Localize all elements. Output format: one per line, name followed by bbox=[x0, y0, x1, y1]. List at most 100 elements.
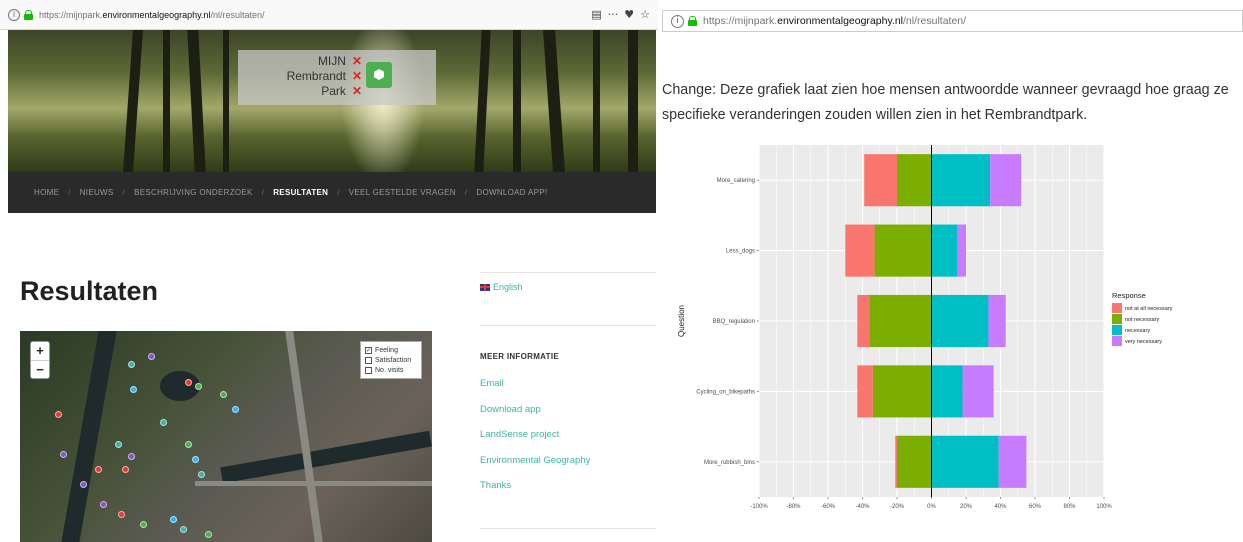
zoom-out-button[interactable]: − bbox=[31, 360, 49, 378]
map-marker[interactable] bbox=[140, 521, 147, 528]
legend-label: necessary bbox=[1125, 328, 1150, 334]
bar-necessary-Less_dogs bbox=[931, 224, 958, 277]
info-icon[interactable]: i bbox=[8, 8, 20, 21]
close-x-icon: ✕ bbox=[351, 69, 362, 83]
map-marker[interactable] bbox=[185, 379, 192, 386]
map-zoom-control: + − bbox=[30, 341, 50, 379]
map-layer-no-visits[interactable]: No. visits bbox=[365, 365, 417, 375]
map-layer-feeling[interactable]: ✓ Feeling bbox=[365, 345, 417, 355]
divider bbox=[480, 528, 656, 529]
nav-item-download-app[interactable]: DOWNLOAD APP! bbox=[476, 188, 547, 197]
map-marker[interactable] bbox=[180, 526, 187, 533]
address-bar[interactable]: i https://mijnpark.environmentalgeograph… bbox=[0, 0, 658, 30]
sidebar-link-thanks[interactable]: Thanks bbox=[480, 480, 590, 506]
nav-separator: / bbox=[337, 188, 340, 197]
legend-title: Response bbox=[1112, 291, 1146, 300]
y-axis-label: Question bbox=[677, 305, 686, 337]
uk-flag-icon bbox=[480, 283, 490, 291]
bar-not-at-all-necessary-BBQ_regulation bbox=[857, 294, 870, 348]
url-text[interactable]: https://mijnpark.environmentalgeography.… bbox=[703, 15, 1234, 27]
x-tick-label: 100% bbox=[1096, 504, 1112, 510]
sidebar-link-landsense-project[interactable]: LandSense project bbox=[480, 429, 590, 455]
bar-not-necessary-More_rubbish_bins bbox=[897, 435, 932, 488]
nav-item-home[interactable]: HOME bbox=[34, 188, 59, 197]
main-navigation: HOME / NIEUWS / BESCHRIJVING ONDERZOEK / RESUL… bbox=[8, 172, 656, 213]
checkbox[interactable] bbox=[365, 356, 372, 364]
map-marker[interactable] bbox=[195, 383, 202, 390]
y-tick-label: More_rubbish_bins bbox=[704, 460, 755, 466]
nav-item-nieuws[interactable]: NIEUWS bbox=[80, 188, 114, 197]
results-map[interactable]: + − ✓ Feeling Satisfaction No. visits bbox=[20, 331, 432, 542]
bar-necessary-More_rubbish_bins bbox=[931, 435, 999, 488]
map-marker[interactable] bbox=[122, 466, 129, 473]
hero-banner: MIJN ✕ Rembrandt ✕ Park ✕ bbox=[8, 30, 656, 172]
checkbox[interactable]: ✓ bbox=[365, 346, 372, 354]
map-marker[interactable] bbox=[198, 471, 205, 478]
sidebar-link-download-app[interactable]: Download app bbox=[480, 404, 590, 430]
x-tick-label: 20% bbox=[960, 504, 973, 510]
logo-line-1: MIJN bbox=[317, 54, 346, 68]
map-marker[interactable] bbox=[170, 516, 177, 523]
map-marker[interactable] bbox=[130, 386, 137, 393]
bookmark-star-icon[interactable]: ☆ bbox=[640, 8, 650, 21]
map-marker[interactable] bbox=[128, 361, 135, 368]
bar-not-at-all-necessary-More_rubbish_bins bbox=[895, 435, 897, 488]
likert-chart: More_catering Less_dogs BBQ_regulation Cycl… bbox=[674, 140, 1239, 520]
x-tick-label: 0% bbox=[927, 504, 936, 510]
bar-not-necessary-Cycling_on_bikepaths bbox=[872, 365, 932, 418]
lock-icon bbox=[24, 9, 33, 20]
map-marker[interactable] bbox=[220, 391, 227, 398]
map-marker[interactable] bbox=[148, 353, 155, 360]
bar-very-necessary-Cycling_on_bikepaths bbox=[962, 365, 994, 418]
sidebar-link-email[interactable]: Email bbox=[480, 378, 590, 404]
info-icon[interactable]: i bbox=[671, 14, 684, 28]
map-marker[interactable] bbox=[185, 441, 192, 448]
legend-label: very necessary bbox=[1125, 339, 1162, 345]
reader-view-icon[interactable]: ▤ bbox=[591, 8, 601, 21]
nav-item-resultaten[interactable]: RESULTATEN bbox=[273, 188, 328, 197]
bar-not-at-all-necessary-Cycling_on_bikepaths bbox=[857, 365, 873, 418]
map-marker[interactable] bbox=[232, 406, 239, 413]
legend-swatch bbox=[1112, 303, 1122, 313]
zoom-in-button[interactable]: + bbox=[31, 342, 49, 360]
legend-swatch bbox=[1112, 314, 1122, 324]
x-tick-label: -40% bbox=[855, 504, 870, 510]
map-marker[interactable] bbox=[192, 456, 199, 463]
divider bbox=[480, 272, 656, 273]
nav-item-veel-gestelde-vragen[interactable]: VEEL GESTELDE VRAGEN bbox=[349, 188, 456, 197]
map-marker[interactable] bbox=[115, 441, 122, 448]
url-text[interactable]: https://mijnpark.environmentalgeography.… bbox=[39, 10, 591, 20]
map-marker[interactable] bbox=[60, 451, 67, 458]
hexagon-logo-icon bbox=[366, 62, 392, 88]
language-switch-english[interactable]: English bbox=[480, 282, 523, 292]
map-marker[interactable] bbox=[55, 411, 62, 418]
sidebar-link-environmental-geography[interactable]: Environmental Geography bbox=[480, 455, 590, 481]
map-layer-label: Feeling bbox=[375, 346, 398, 354]
y-tick-label: More_catering bbox=[717, 178, 755, 184]
map-marker[interactable] bbox=[160, 419, 167, 426]
nav-separator: / bbox=[464, 188, 468, 197]
nav-separator: / bbox=[122, 188, 126, 197]
address-bar[interactable]: i https://mijnpark.environmentalgeograph… bbox=[662, 10, 1243, 32]
bar-not-at-all-necessary-More_catering bbox=[864, 154, 897, 207]
site-logo[interactable]: MIJN ✕ Rembrandt ✕ Park ✕ bbox=[238, 50, 436, 105]
pocket-icon[interactable]: ♥ bbox=[624, 8, 634, 21]
bar-very-necessary-More_catering bbox=[990, 154, 1022, 207]
bar-very-necessary-Less_dogs bbox=[957, 224, 966, 277]
legend-swatch bbox=[1112, 325, 1122, 335]
map-marker[interactable] bbox=[205, 531, 212, 538]
map-marker[interactable] bbox=[100, 501, 107, 508]
more-icon[interactable]: ··· bbox=[608, 8, 619, 21]
map-layer-label: Satisfaction bbox=[375, 356, 412, 364]
map-marker[interactable] bbox=[95, 466, 102, 473]
checkbox[interactable] bbox=[365, 366, 372, 374]
map-layer-satisfaction[interactable]: Satisfaction bbox=[365, 355, 417, 365]
close-x-icon: ✕ bbox=[351, 84, 362, 98]
map-marker[interactable] bbox=[118, 511, 125, 518]
sidebar-links: Email Download app LandSense project Enviro… bbox=[480, 378, 590, 506]
map-marker[interactable] bbox=[80, 481, 87, 488]
map-marker[interactable] bbox=[128, 453, 135, 460]
map-layer-label: No. visits bbox=[375, 366, 404, 374]
bar-not-necessary-BBQ_regulation bbox=[869, 294, 932, 348]
nav-item-beschrijving-onderzoek[interactable]: BESCHRIJVING ONDERZOEK bbox=[134, 188, 253, 197]
